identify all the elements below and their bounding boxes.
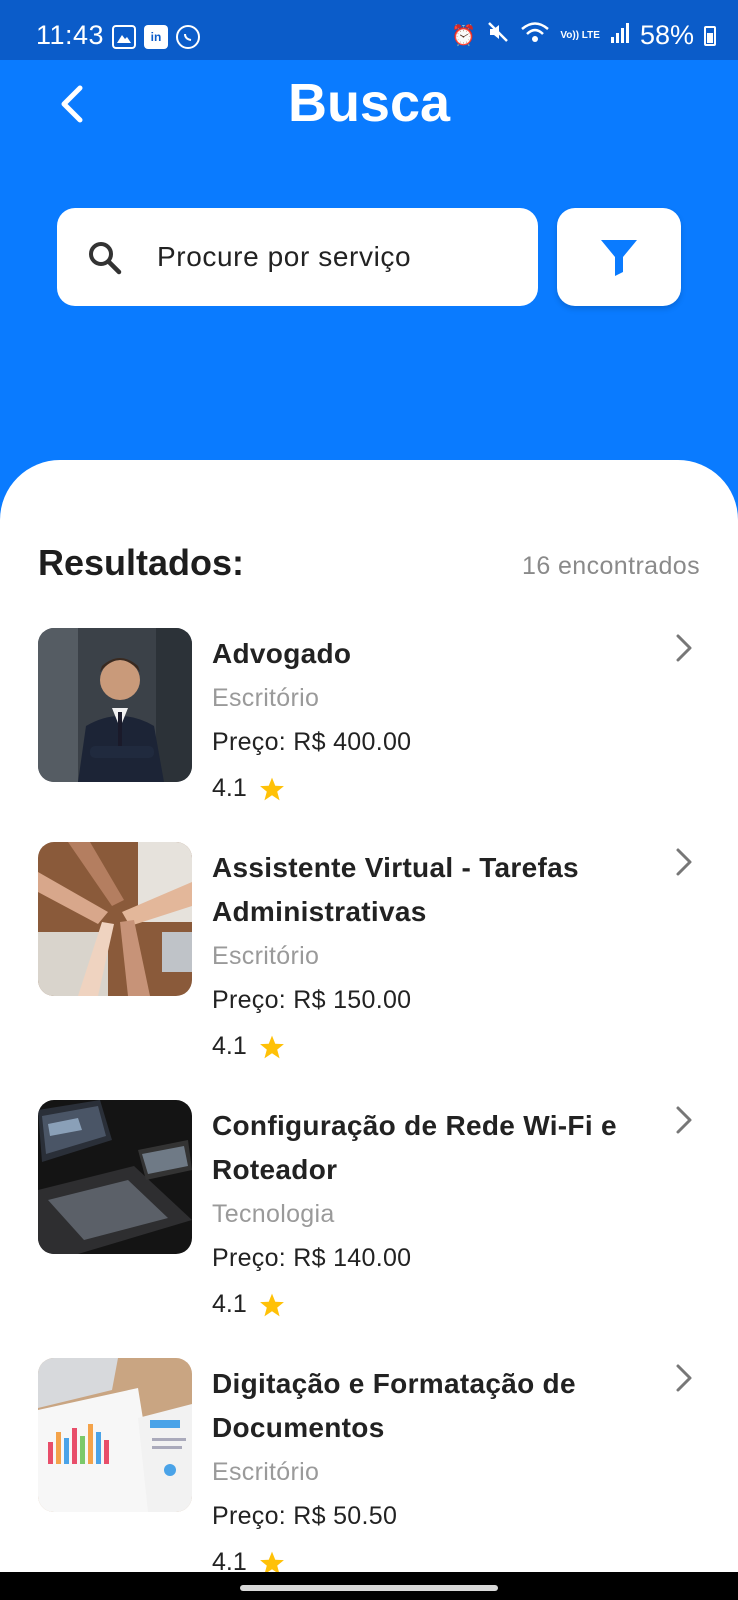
notification-icons: in (112, 25, 200, 49)
rating-value: 4.1 (212, 1290, 247, 1318)
chevron-right-icon (676, 848, 692, 876)
service-title: Configuração de Rede Wi-Fi e Roteador (212, 1110, 617, 1185)
alarm-icon: ⏰ (451, 25, 477, 47)
service-thumbnail-documents (38, 1358, 192, 1512)
rating-value: 4.1 (212, 774, 247, 802)
app-screen: 11:43 in ⏰ Vo)) LTE 58% Busca Procure po… (0, 0, 738, 1572)
search-bar[interactable] (57, 208, 538, 306)
home-gesture-handle[interactable] (240, 1585, 498, 1591)
battery-icon (704, 25, 716, 46)
service-thumbnail-lawyer (38, 628, 192, 782)
mute-icon (486, 20, 510, 51)
signal-icon (610, 20, 630, 51)
service-item[interactable]: Digitação e Formatação de Documentos Esc… (0, 1358, 738, 1572)
chevron-right-icon (676, 1364, 692, 1392)
service-category: Escritório (212, 684, 320, 712)
star-icon (259, 1035, 284, 1058)
gallery-icon (112, 25, 136, 49)
results-heading: Resultados: (38, 542, 245, 583)
wifi-icon (520, 20, 550, 51)
star-icon (259, 1293, 284, 1316)
service-item[interactable]: Assistente Virtual - Tarefas Administrat… (0, 842, 738, 1072)
service-category: Tecnologia (212, 1200, 335, 1228)
service-price: Preço: R$ 400.00 (212, 728, 412, 756)
whatsapp-icon (176, 25, 200, 49)
results-count: 16 encontrados (522, 552, 700, 580)
service-rating: 4.1 (212, 1032, 285, 1061)
service-rating: 4.1 (212, 1548, 285, 1572)
system-icons: ⏰ Vo)) LTE 58% (451, 20, 716, 51)
chevron-right-icon (676, 634, 692, 662)
search-input[interactable] (157, 232, 517, 282)
service-title: Advogado (212, 638, 352, 669)
service-price: Preço: R$ 140.00 (212, 1244, 412, 1272)
star-icon (259, 1551, 284, 1572)
search-icon (89, 242, 122, 275)
filter-icon (601, 240, 637, 276)
rating-value: 4.1 (212, 1032, 247, 1060)
page-title: Busca (287, 73, 451, 133)
status-time: 11:43 (36, 20, 105, 50)
battery-percentage: 58% (639, 20, 694, 50)
system-navigation-bar (0, 1572, 738, 1600)
results-panel: Resultados: 16 encontrados Advogado Escr… (0, 460, 738, 1572)
status-bar: 11:43 in ⏰ Vo)) LTE 58% (0, 0, 738, 60)
linkedin-icon: in (144, 25, 168, 49)
service-rating: 4.1 (212, 1290, 285, 1319)
rating-value: 4.1 (212, 1548, 247, 1572)
service-category: Escritório (212, 942, 320, 970)
service-item[interactable]: Advogado Escritório Preço: R$ 400.00 4.1 (0, 628, 738, 818)
filter-button[interactable] (557, 208, 681, 306)
volte-icon: Vo)) LTE (560, 29, 600, 41)
star-icon (259, 777, 284, 800)
service-item[interactable]: Configuração de Rede Wi-Fi e Roteador Te… (0, 1100, 738, 1330)
service-title: Assistente Virtual - Tarefas Administrat… (212, 852, 579, 927)
service-category: Escritório (212, 1458, 320, 1486)
service-rating: 4.1 (212, 774, 285, 803)
service-thumbnail-team (38, 842, 192, 996)
service-title: Digitação e Formatação de Documentos (212, 1368, 576, 1443)
service-price: Preço: R$ 50.50 (212, 1502, 398, 1530)
service-price: Preço: R$ 150.00 (212, 986, 412, 1014)
service-thumbnail-devices (38, 1100, 192, 1254)
chevron-right-icon (676, 1106, 692, 1134)
